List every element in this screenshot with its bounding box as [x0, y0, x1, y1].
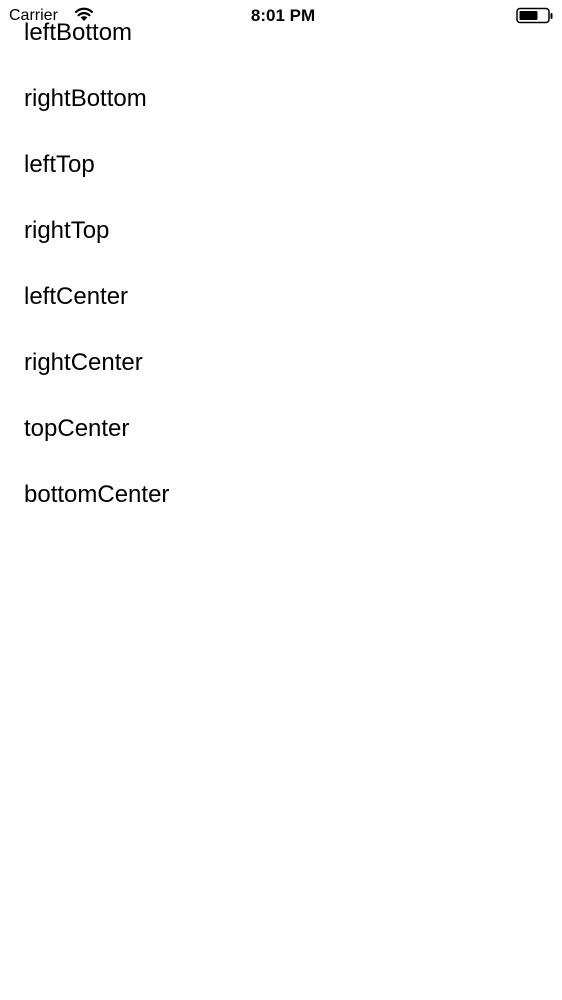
- option-list: leftBottom rightBottom leftTop rightTop …: [0, 0, 562, 528]
- list-item-right-center[interactable]: rightCenter: [0, 330, 562, 396]
- list-item-label: rightBottom: [24, 85, 147, 112]
- list-item-label: leftCenter: [24, 283, 129, 310]
- list-item-bottom-center[interactable]: bottomCenter: [0, 462, 562, 528]
- list-item-left-top[interactable]: leftTop: [0, 132, 562, 198]
- list-item-left-center[interactable]: leftCenter: [0, 264, 562, 330]
- list-item-label: topCenter: [24, 415, 130, 442]
- list-item-label: leftTop: [24, 151, 95, 178]
- list-item-top-center[interactable]: topCenter: [0, 396, 562, 462]
- list-item-label: bottomCenter: [24, 481, 170, 508]
- status-time: 8:01 PM: [250, 6, 316, 25]
- list-item-label: rightCenter: [24, 349, 143, 376]
- battery-icon: [516, 7, 554, 25]
- list-item-right-top[interactable]: rightTop: [0, 198, 562, 264]
- status-bar: Carrier 8:01 PM: [0, 0, 562, 32]
- list-item-right-bottom[interactable]: rightBottom: [0, 66, 562, 132]
- list-item-label: rightTop: [24, 217, 110, 244]
